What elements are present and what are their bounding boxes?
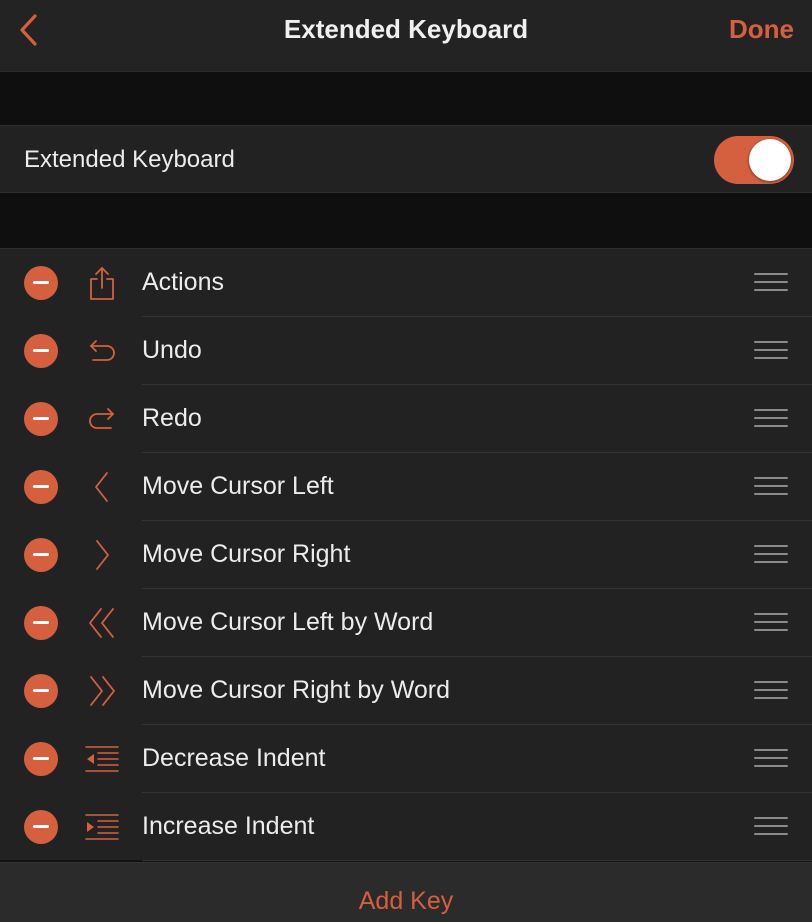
increase-indent-icon [82,807,122,847]
add-key-button[interactable]: Add Key [359,887,454,916]
redo-icon [82,399,122,439]
key-label: Increase Indent [142,812,315,840]
remove-key-button[interactable] [24,742,58,776]
chevron-left-icon [82,467,122,507]
footer-bar: Add Key [0,862,812,922]
extended-keyboard-toggle[interactable] [714,136,794,184]
key-list: Actions Undo Redo Move Cursor Left Move … [0,248,812,861]
key-label: Move Cursor Right by Word [142,676,450,704]
double-chevron-left-icon [82,603,122,643]
drag-handle[interactable] [754,477,790,497]
list-item: Redo [0,385,812,453]
page-title: Extended Keyboard [283,14,529,44]
list-item: Actions [0,249,812,317]
key-label: Move Cursor Left by Word [142,608,434,636]
decrease-indent-icon [82,739,122,779]
remove-key-button[interactable] [24,402,58,436]
drag-handle[interactable] [754,409,790,429]
drag-handle[interactable] [754,817,790,837]
drag-handle[interactable] [754,545,790,565]
divider [142,860,812,861]
drag-handle[interactable] [754,749,790,769]
key-label: Actions [142,268,224,296]
list-item: Decrease Indent [0,725,812,793]
remove-key-button[interactable] [24,266,58,300]
double-chevron-right-icon [82,671,122,711]
share-icon [82,263,122,303]
remove-key-button[interactable] [24,334,58,368]
chevron-right-icon [82,535,122,575]
key-label: Move Cursor Left [142,472,334,500]
extended-keyboard-setting-row: Extended Keyboard [0,125,812,193]
key-label: Undo [142,336,202,364]
list-item: Move Cursor Left by Word [0,589,812,657]
remove-key-button[interactable] [24,606,58,640]
drag-handle[interactable] [754,273,790,293]
list-item: Move Cursor Right by Word [0,657,812,725]
undo-icon [82,331,122,371]
remove-key-button[interactable] [24,538,58,572]
drag-handle[interactable] [754,681,790,701]
key-label: Decrease Indent [142,744,326,772]
list-item: Increase Indent [0,793,812,861]
toggle-knob [749,139,791,181]
remove-key-button[interactable] [24,810,58,844]
key-label: Redo [142,404,202,432]
list-item: Undo [0,317,812,385]
section-spacer [0,72,812,126]
drag-handle[interactable] [754,613,790,633]
remove-key-button[interactable] [24,470,58,504]
list-item: Move Cursor Left [0,453,812,521]
section-spacer [0,193,812,248]
remove-key-button[interactable] [24,674,58,708]
list-item: Move Cursor Right [0,521,812,589]
key-label: Move Cursor Right [142,540,351,568]
extended-keyboard-label: Extended Keyboard [24,146,235,173]
drag-handle[interactable] [754,341,790,361]
navigation-bar: Extended Keyboard Done [0,0,812,72]
done-button[interactable]: Done [729,14,794,45]
